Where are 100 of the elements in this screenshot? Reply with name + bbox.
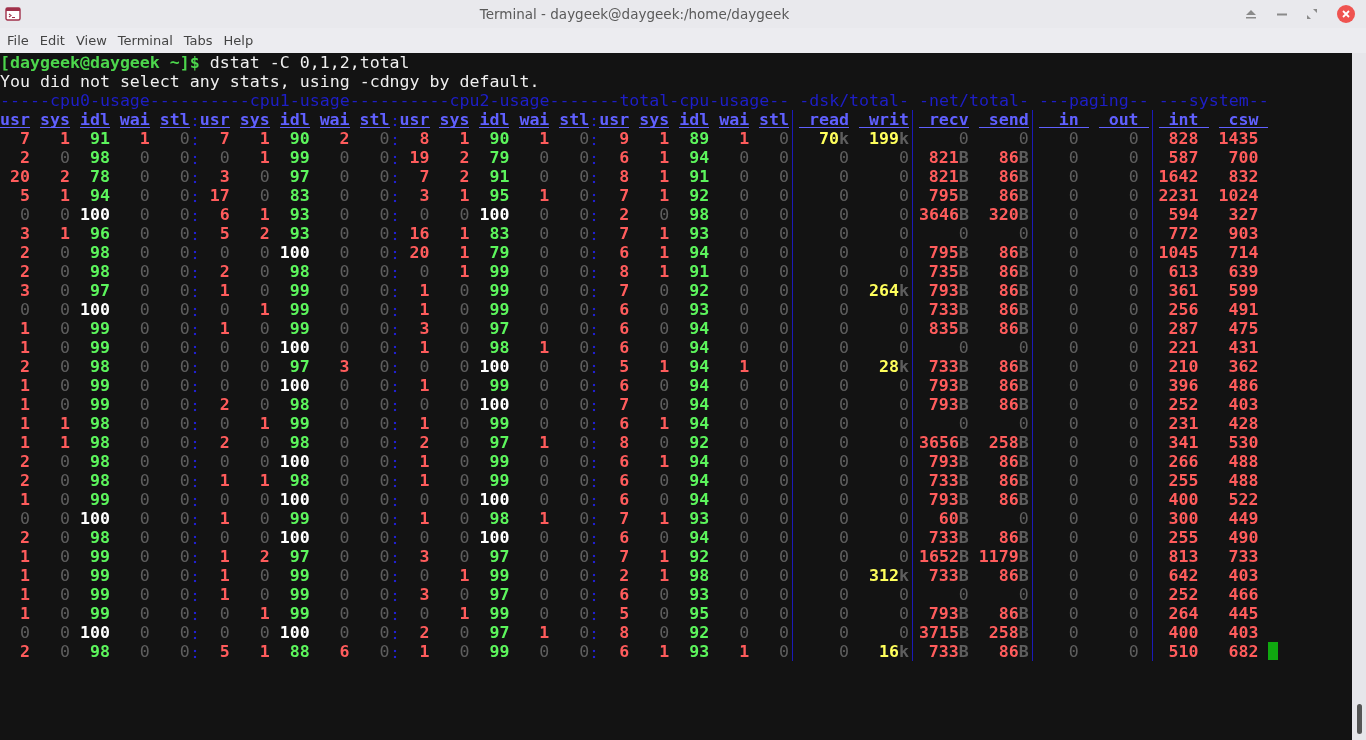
table-cell-text: 0	[178, 224, 190, 243]
table-cell-text: 0	[738, 167, 750, 186]
table-cell-text: 7	[618, 186, 630, 205]
table-cell-text: 0	[338, 528, 350, 547]
table-cell-text: 0	[258, 395, 270, 414]
table-cell-text: 0	[138, 262, 150, 281]
table-cell: 100	[479, 395, 510, 414]
menu-item[interactable]: View	[70, 31, 112, 50]
table-cell-text: 8	[618, 623, 630, 642]
table-cell-text: 0	[258, 186, 270, 205]
table-cell-text: 0	[1127, 528, 1140, 547]
table-cell-text: 0	[458, 585, 470, 604]
table-cell-text: 0	[178, 433, 190, 452]
shell-prompt: [daygeek@daygeek ~]$	[0, 53, 200, 72]
menu-item[interactable]: Help	[218, 31, 259, 50]
table-cell-text: 95	[488, 186, 510, 205]
table-cell-text: 327	[1227, 205, 1260, 224]
table-cell-text: 0	[538, 319, 550, 338]
table-cell-text: 98	[688, 205, 710, 224]
table-cell-text: 0	[458, 376, 470, 395]
table-cell-text: 491	[1227, 300, 1260, 319]
table-cell-text: 0	[738, 452, 750, 471]
menu-item[interactable]: Terminal	[112, 31, 178, 50]
table-cell-text: 1	[538, 509, 550, 528]
table-cell-text: 0	[178, 471, 190, 490]
table-cell-text: 0	[897, 224, 909, 243]
table-cell-text: 0	[1067, 319, 1080, 338]
column-header: read	[799, 110, 849, 129]
table-cell-text: 0	[178, 547, 190, 566]
table-cell-text: 733B	[927, 566, 969, 585]
scroll-thumb[interactable]	[1357, 704, 1362, 734]
table-cell-text: 0	[178, 243, 190, 262]
table-cell-text: 1	[538, 186, 550, 205]
table-cell-text: 6	[618, 414, 630, 433]
table-cell-text: 6	[618, 243, 630, 262]
table-cell-text: 98	[88, 414, 110, 433]
table-cell-text: 99	[88, 319, 110, 338]
table-cell-text: 0	[778, 471, 790, 490]
window-title: Terminal - daygeek@daygeek:/home/daygeek	[478, 6, 791, 22]
table-cell-text: 0	[1127, 566, 1140, 585]
table-cell-text: 0	[538, 642, 550, 661]
table-cell-text: 0	[218, 300, 230, 319]
table-cell-text: 642	[1167, 566, 1200, 585]
table-cell-text: 714	[1227, 243, 1260, 262]
table-cell-text: 1045	[1158, 243, 1200, 262]
table-cell-text: 0	[838, 585, 849, 604]
table-cell-text: 0	[738, 243, 750, 262]
maximize-icon	[1307, 9, 1317, 19]
table-cell-text: 93	[688, 300, 710, 319]
table-cell: 1652B	[918, 547, 969, 566]
table-cell-text: 821B	[927, 148, 969, 167]
table-cell-text: 1	[458, 129, 470, 148]
table-cell-text: 17	[208, 186, 230, 205]
table-cell-text: 86B	[997, 357, 1029, 376]
table-cell-text: 0	[178, 262, 190, 281]
table-cell-text: 1	[258, 414, 270, 433]
table-cell-text: 0	[897, 262, 909, 281]
table-cell-text: 0	[838, 281, 849, 300]
table-cell-text: 1	[258, 471, 270, 490]
table-cell-text: 98	[88, 148, 110, 167]
table-cell-text: 0	[338, 585, 350, 604]
menu-item[interactable]: Tabs	[178, 31, 218, 50]
menu-item[interactable]: Edit	[34, 31, 70, 50]
table-cell-text: 0	[378, 414, 390, 433]
table-cell-text: 0	[1067, 148, 1080, 167]
table-cell-text: 0	[1067, 642, 1080, 661]
table-cell-text: 587	[1167, 148, 1200, 167]
table-cell-text: 0	[778, 395, 790, 414]
table-cell-text: 1	[58, 129, 70, 148]
table-cell-text: 0	[258, 433, 270, 452]
table-cell: 100	[479, 357, 510, 376]
table-cell-text: 0	[458, 433, 470, 452]
table-cell-text: 0	[178, 300, 190, 319]
table-cell-text: 6	[618, 148, 630, 167]
table-cell-text: 0	[538, 604, 550, 623]
table-cell-text: 0	[578, 338, 590, 357]
table-cell-text: 1	[738, 357, 750, 376]
table-cell-text: 98	[688, 566, 710, 585]
table-cell-text: 0	[538, 414, 550, 433]
table-cell-text: 0	[378, 604, 390, 623]
menu-item[interactable]: File	[2, 31, 34, 50]
table-cell-text: 5	[218, 224, 230, 243]
table-cell-text: 594	[1167, 205, 1200, 224]
table-cell-text: 94	[88, 186, 110, 205]
table-cell-text: 2	[218, 395, 230, 414]
table-cell-text: 0	[578, 414, 590, 433]
table-cell-text: 0	[418, 357, 430, 376]
table-cell-text: 94	[688, 528, 710, 547]
table-cell-text: 1	[58, 414, 70, 433]
group-title: ------cpu2-usage----	[389, 91, 590, 110]
table-cell-text: 1	[18, 319, 30, 338]
table-cell-text: 0	[138, 566, 150, 585]
table-cell-text: 0	[538, 395, 550, 414]
table-cell-text: 0	[378, 243, 390, 262]
table-cell-text: 0	[897, 186, 909, 205]
table-cell-text: 5	[218, 642, 230, 661]
table-cell-text: 488	[1227, 471, 1260, 490]
table-cell-text: 0	[138, 452, 150, 471]
table-cell-text: 5	[618, 357, 630, 376]
table-cell-text: 0	[778, 528, 790, 547]
